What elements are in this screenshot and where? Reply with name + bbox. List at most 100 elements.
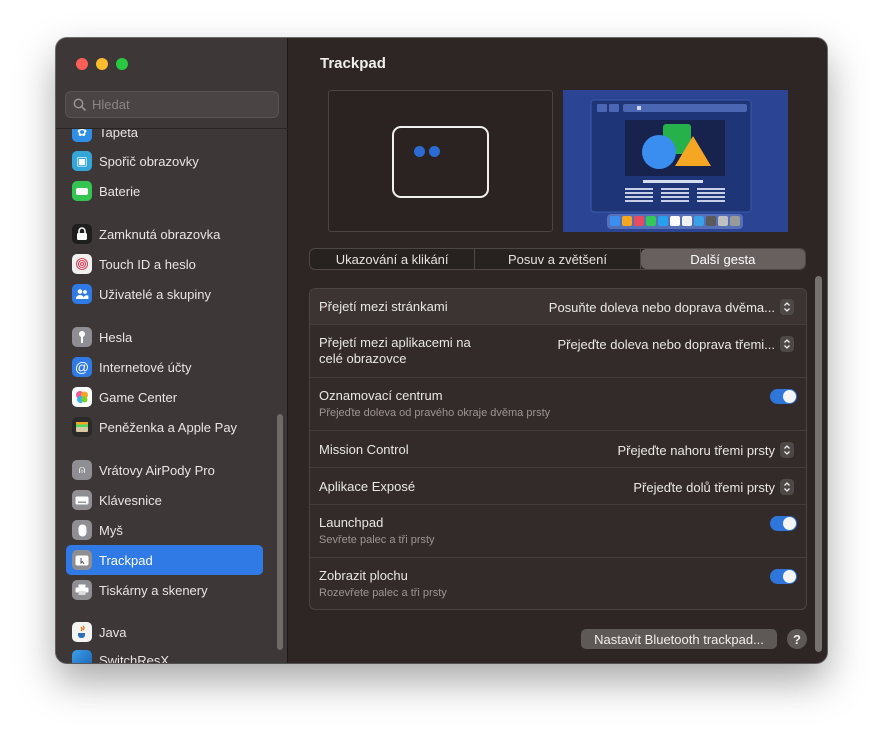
sidebar-item-screensaver[interactable]: ▣ Spořič obrazovky bbox=[66, 146, 263, 176]
row-description: Rozevřete palec a tři prsty bbox=[319, 587, 447, 599]
sidebar-item-label: Zamknutá obrazovka bbox=[99, 226, 221, 242]
search-icon bbox=[73, 98, 86, 111]
row-label: Launchpad bbox=[319, 515, 384, 530]
launchpad-toggle[interactable] bbox=[770, 516, 797, 531]
key-icon bbox=[72, 327, 92, 347]
mission-control-popup[interactable]: Přejeďte nahoru třemi prsty bbox=[617, 442, 794, 458]
sidebar-item-printers[interactable]: Tiskárny a skenery bbox=[66, 575, 263, 605]
up-down-chevron-icon bbox=[780, 479, 794, 495]
sidebar-item-mouse[interactable]: Myš bbox=[66, 515, 263, 545]
sidebar-item-wallpaper[interactable]: ✿ Tapeta bbox=[66, 128, 263, 147]
sidebar-item-keyboard[interactable]: Klávesnice bbox=[66, 485, 263, 515]
swipe-pages-popup[interactable]: Posuňte doleva nebo doprava dvěma... bbox=[549, 299, 794, 315]
search-field[interactable] bbox=[65, 91, 279, 118]
desktop-preview bbox=[563, 90, 788, 232]
row-label: Mission Control bbox=[319, 442, 409, 457]
window-controls bbox=[76, 58, 128, 70]
notification-center-toggle[interactable] bbox=[770, 389, 797, 404]
row-label: Zobrazit plochu bbox=[319, 568, 408, 583]
sidebar-item-label: Spořič obrazovky bbox=[99, 153, 199, 169]
sidebar-item-users[interactable]: Uživatelé a skupiny bbox=[66, 279, 263, 309]
sidebar-item-label: Tiskárny a skenery bbox=[99, 582, 208, 598]
close-window-button[interactable] bbox=[76, 58, 88, 70]
setting-row-swipe-between-apps: Přejetí mezi aplikacemi na celé obrazovc… bbox=[310, 325, 806, 378]
sidebar-item-label: Uživatelé a skupiny bbox=[99, 286, 211, 302]
sidebar-item-trackpad[interactable]: Trackpad bbox=[66, 545, 263, 575]
sidebar-item-switchresx[interactable]: SwitchResX bbox=[66, 645, 263, 663]
wallet-icon bbox=[72, 417, 92, 437]
sidebar-item-label: Hesla bbox=[99, 329, 133, 345]
help-button[interactable]: ? bbox=[787, 629, 807, 649]
row-label-continued: celé obrazovce bbox=[319, 351, 407, 366]
tab-bar: Ukazování a klikání Posuv a zvětšení Dal… bbox=[309, 248, 806, 270]
setting-row-app-expose: Aplikace Exposé Přejeďte dolů třemi prst… bbox=[310, 468, 806, 505]
screensaver-icon: ▣ bbox=[72, 151, 92, 171]
minimize-window-button[interactable] bbox=[96, 58, 108, 70]
swipe-apps-popup[interactable]: Přejeďte doleva nebo doprava třemi... bbox=[557, 336, 794, 352]
battery-icon bbox=[72, 181, 92, 201]
page-title: Trackpad bbox=[320, 55, 386, 72]
sidebar-item-lock-screen[interactable]: Zamknutá obrazovka bbox=[66, 219, 263, 249]
sidebar-item-airpods[interactable]: ⍝ Vrátovy AirPody Pro bbox=[66, 455, 263, 485]
up-down-chevron-icon bbox=[780, 442, 794, 458]
sidebar-list: ✿ Tapeta ▣ Spořič obrazovky Baterie Zamk… bbox=[56, 128, 288, 663]
users-icon bbox=[72, 284, 92, 304]
up-down-chevron-icon bbox=[780, 336, 794, 352]
tab-point-and-click[interactable]: Ukazování a klikání bbox=[310, 249, 476, 269]
finger-dot bbox=[414, 146, 425, 157]
sidebar-item-game-center[interactable]: Game Center bbox=[66, 382, 263, 412]
zoom-window-button[interactable] bbox=[116, 58, 128, 70]
popup-value: Přejeďte dolů třemi prsty bbox=[633, 479, 775, 495]
at-icon: @ bbox=[72, 357, 92, 377]
sidebar-item-label: Klávesnice bbox=[99, 492, 162, 508]
tab-more-gestures[interactable]: Další gesta bbox=[640, 249, 805, 269]
fingerprint-icon bbox=[72, 254, 92, 274]
sidebar-item-label: Tapeta bbox=[99, 128, 139, 140]
row-label: Přejetí mezi aplikacemi na bbox=[319, 335, 471, 350]
trackpad-icon bbox=[72, 550, 92, 570]
system-settings-window: ✿ Tapeta ▣ Spořič obrazovky Baterie Zamk… bbox=[56, 38, 827, 663]
trackpad-illustration bbox=[392, 126, 489, 198]
row-description: Sevřete palec a tři prsty bbox=[319, 534, 435, 546]
setup-bluetooth-trackpad-button[interactable]: Nastavit Bluetooth trackpad... bbox=[581, 629, 777, 649]
search-input[interactable] bbox=[92, 97, 262, 112]
lock-icon bbox=[72, 224, 92, 244]
sidebar-item-java[interactable]: Java bbox=[66, 617, 263, 647]
sidebar-item-label: Baterie bbox=[99, 183, 141, 199]
row-description: Přejeďte doleva od pravého okraje dvěma … bbox=[319, 407, 551, 419]
popup-value: Přejeďte nahoru třemi prsty bbox=[617, 442, 775, 458]
up-down-chevron-icon bbox=[780, 299, 794, 315]
sidebar-item-label: Trackpad bbox=[99, 552, 153, 568]
sidebar-item-label: SwitchResX bbox=[99, 652, 170, 664]
setting-row-launchpad: Launchpad Sevřete palec a tři prsty bbox=[310, 505, 806, 558]
sidebar-item-wallet[interactable]: Peněženka a Apple Pay bbox=[66, 412, 263, 442]
switchresx-icon bbox=[72, 650, 92, 663]
sidebar-item-passwords[interactable]: Hesla bbox=[66, 322, 263, 352]
gesture-preview bbox=[328, 90, 553, 232]
sidebar: ✿ Tapeta ▣ Spořič obrazovky Baterie Zamk… bbox=[56, 38, 288, 663]
sidebar-item-battery[interactable]: Baterie bbox=[66, 176, 263, 206]
desktop-preview-illustration bbox=[563, 90, 788, 232]
sidebar-item-label: Game Center bbox=[99, 389, 178, 405]
sidebar-item-label: Java bbox=[99, 624, 127, 640]
setting-row-show-desktop: Zobrazit plochu Rozevřete palec a tři pr… bbox=[310, 558, 806, 609]
main-scrollbar[interactable] bbox=[815, 276, 822, 652]
airpods-icon: ⍝ bbox=[72, 460, 92, 480]
gestures-settings-group: Přejetí mezi stránkami Posuňte doleva ne… bbox=[309, 288, 807, 610]
row-label: Oznamovací centrum bbox=[319, 388, 443, 403]
sidebar-item-touch-id[interactable]: Touch ID a heslo bbox=[66, 249, 263, 279]
show-desktop-toggle[interactable] bbox=[770, 569, 797, 584]
popup-value: Posuňte doleva nebo doprava dvěma... bbox=[548, 299, 775, 315]
printer-icon bbox=[72, 580, 92, 600]
sidebar-item-label: Internetové účty bbox=[99, 359, 192, 375]
sidebar-scrollbar[interactable] bbox=[277, 414, 283, 650]
sidebar-item-label: Vrátovy AirPody Pro bbox=[99, 462, 215, 478]
app-expose-popup[interactable]: Přejeďte dolů třemi prsty bbox=[633, 479, 794, 495]
sidebar-item-internet-accounts[interactable]: @ Internetové účty bbox=[66, 352, 263, 382]
main-pane: Trackpad Ukazování a klikání Posuv a zvě… bbox=[289, 38, 827, 663]
sidebar-item-label: Peněženka a Apple Pay bbox=[99, 419, 238, 435]
wallpaper-icon: ✿ bbox=[72, 129, 92, 142]
keyboard-icon bbox=[72, 490, 92, 510]
finger-dot bbox=[429, 146, 440, 157]
tab-scroll-and-zoom[interactable]: Posuv a zvětšení bbox=[475, 249, 641, 269]
